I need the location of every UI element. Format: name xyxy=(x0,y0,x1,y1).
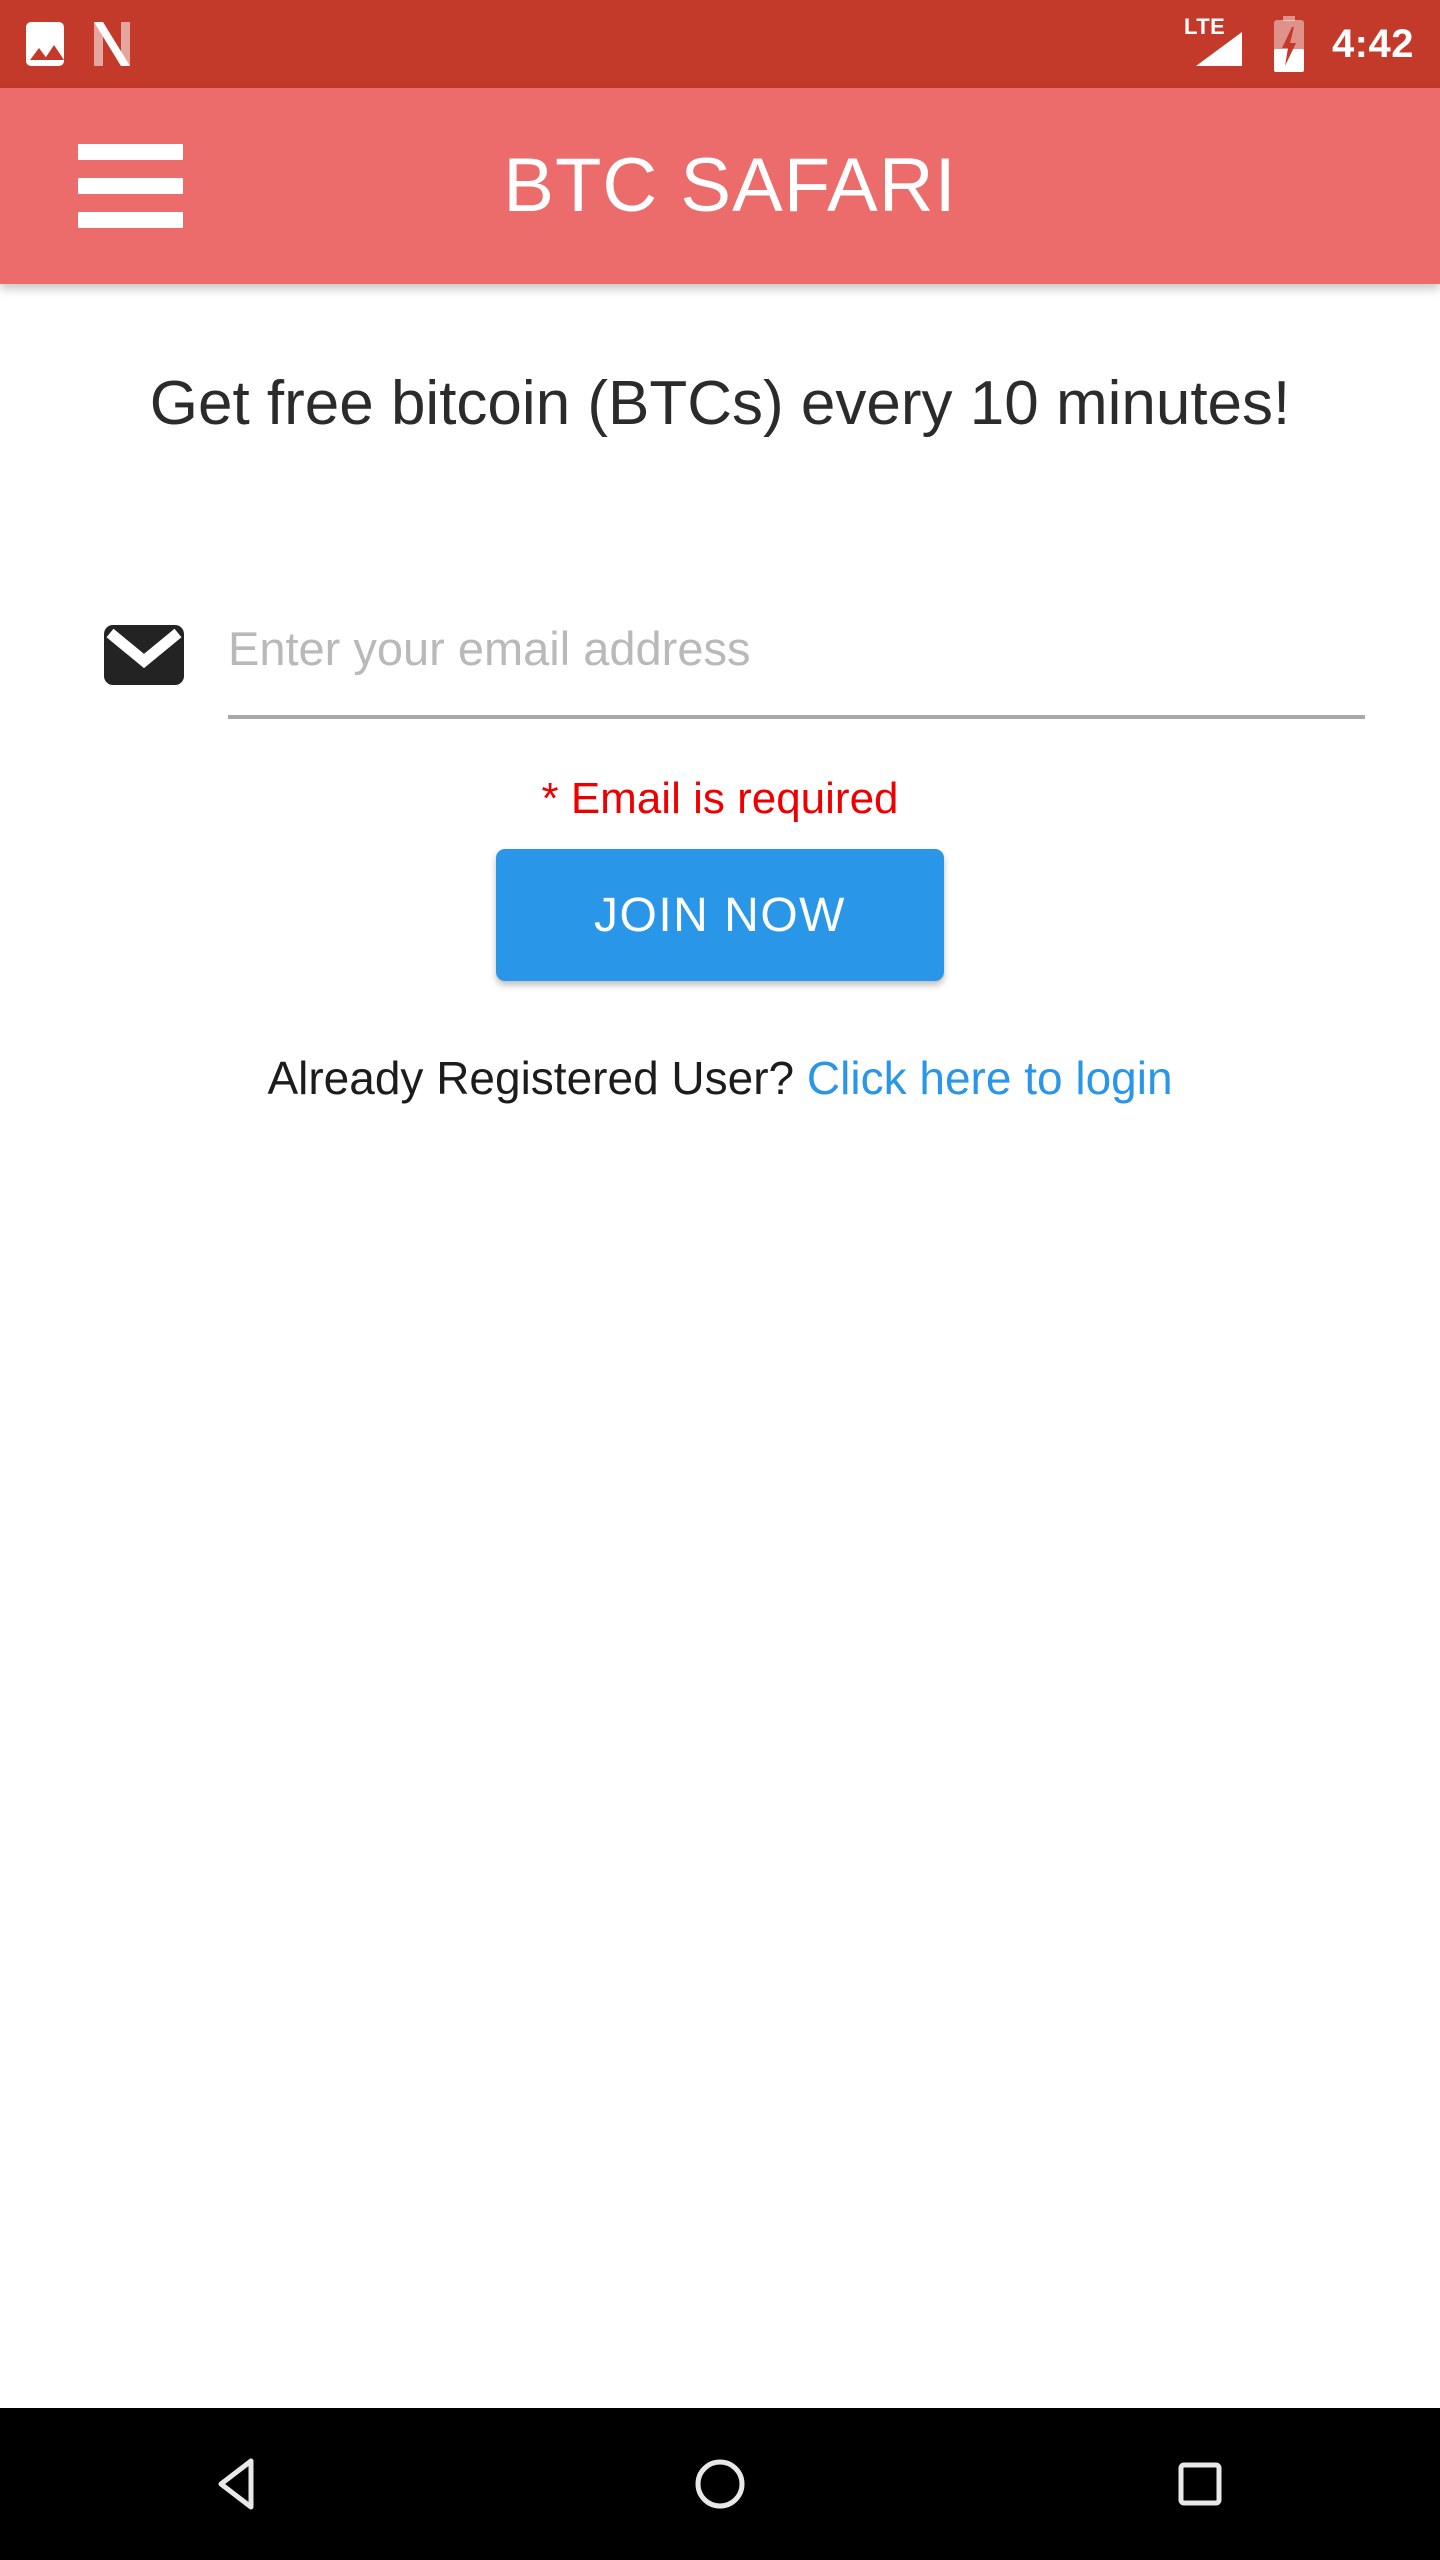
page-headline: Get free bitcoin (BTCs) every 10 minutes… xyxy=(149,369,1291,438)
status-bar-system-icons: LTE 4:42 xyxy=(1184,16,1414,72)
back-button[interactable] xyxy=(145,2408,335,2560)
hamburger-bar-3 xyxy=(78,212,183,228)
lte-signal-icon: LTE xyxy=(1184,16,1246,70)
email-envelope-icon xyxy=(104,625,184,686)
photo-icon xyxy=(26,22,64,66)
hamburger-bar-2 xyxy=(78,178,183,194)
hamburger-bar-1 xyxy=(78,144,183,160)
hamburger-menu-icon[interactable] xyxy=(78,144,183,228)
status-bar-clock: 4:42 xyxy=(1331,22,1414,66)
home-button[interactable] xyxy=(625,2408,815,2560)
login-prompt-line: Already Registered User? Click here to l… xyxy=(20,1055,1420,1101)
recents-button[interactable] xyxy=(1105,2408,1295,2560)
join-button-wrapper: JOIN NOW xyxy=(20,849,1420,982)
app-bar: BTC SAFARI xyxy=(0,88,1440,284)
home-circle-icon xyxy=(695,2459,745,2509)
recents-square-icon xyxy=(1178,2462,1222,2506)
android-navigation-bar xyxy=(0,2408,1440,2560)
battery-charging-icon xyxy=(1273,16,1304,72)
email-input[interactable] xyxy=(228,603,1365,684)
app-title: BTC SAFARI xyxy=(503,143,957,228)
login-prompt-text: Already Registered User? xyxy=(267,1052,807,1105)
netflix-n-icon xyxy=(94,22,130,66)
email-field-wrapper xyxy=(228,603,1365,720)
login-link[interactable]: Click here to login xyxy=(807,1052,1173,1104)
email-input-row xyxy=(20,603,1420,720)
back-triangle-icon xyxy=(218,2458,254,2510)
phone-screen: LTE 4:42 BTC SAFARI Get free bitcoin (BT… xyxy=(0,0,1440,2560)
status-bar: LTE 4:42 xyxy=(0,0,1440,88)
join-now-button[interactable]: JOIN NOW xyxy=(496,849,944,982)
email-input-underline xyxy=(228,715,1365,720)
email-error-message: * Email is required xyxy=(541,774,899,824)
status-bar-notifications xyxy=(26,20,134,68)
main-content: Get free bitcoin (BTCs) every 10 minutes… xyxy=(0,284,1440,2408)
